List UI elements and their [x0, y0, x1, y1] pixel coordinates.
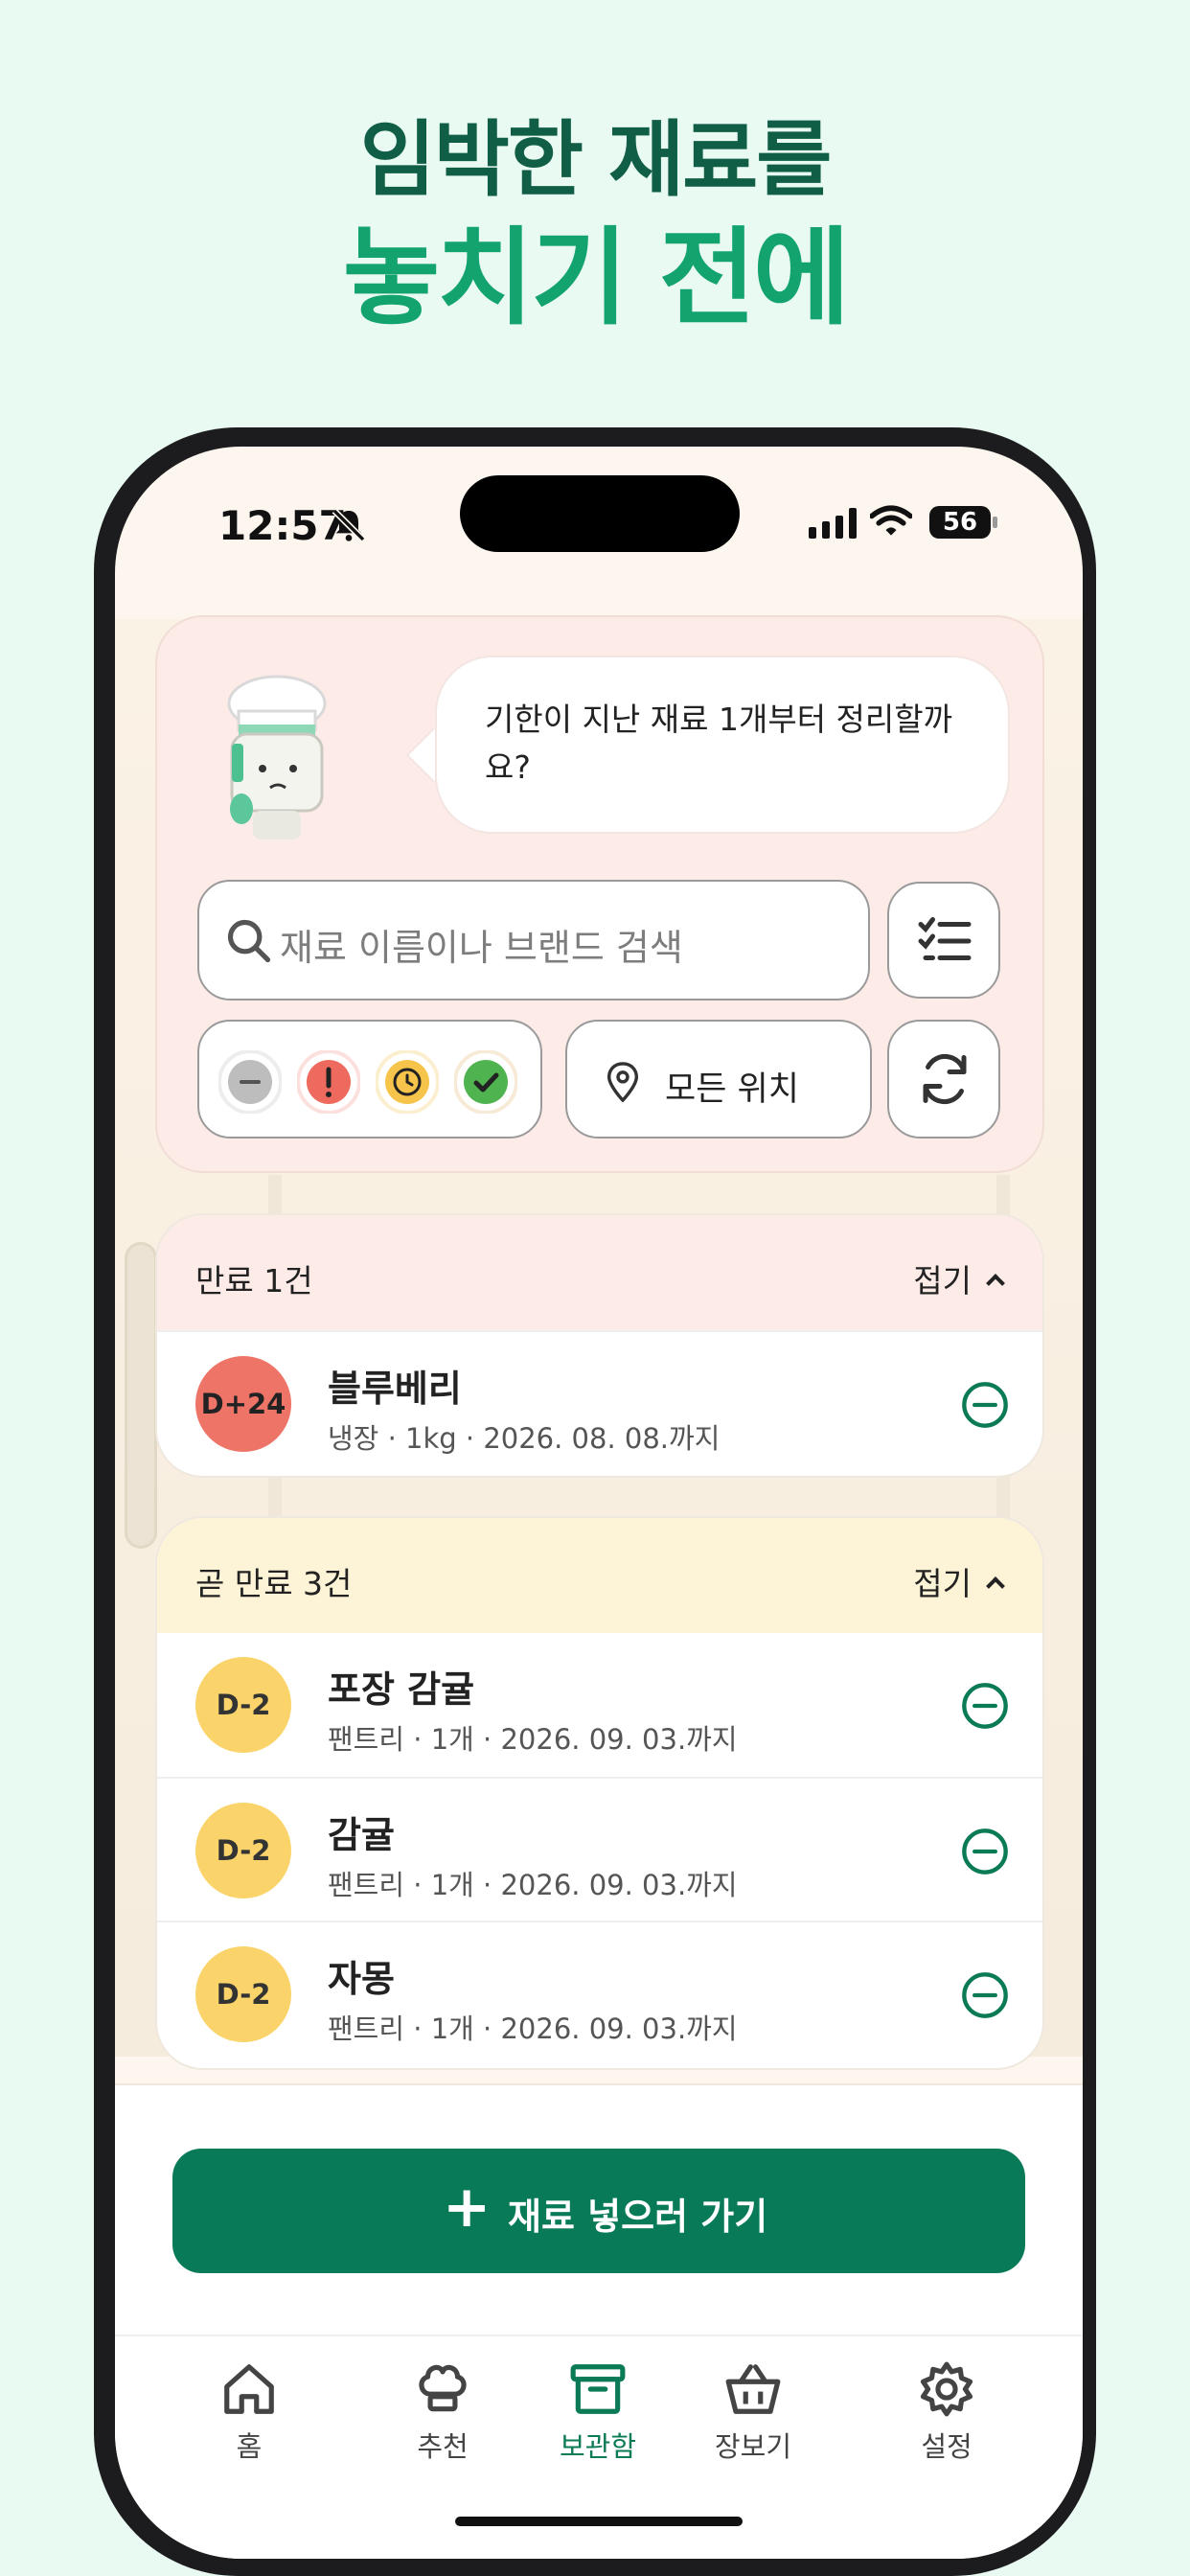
refresh-button[interactable] — [887, 1020, 1000, 1138]
location-pin-icon — [606, 1062, 639, 1102]
expired-section: 만료 1건 접기 D+24 블루베리 냉장 · 1kg · 2026. 08. … — [155, 1213, 1044, 1478]
refresh-icon — [923, 1053, 967, 1105]
battery-level: 56 — [942, 508, 978, 537]
basket-icon — [725, 2364, 781, 2414]
tab-label: 장보기 — [714, 2430, 792, 2463]
tab-settings[interactable]: 설정 — [870, 2359, 1023, 2465]
plus-icon: + — [443, 2174, 492, 2241]
minus-circle-icon[interactable] — [960, 1827, 1010, 1876]
section-header[interactable]: 만료 1건 접기 — [157, 1215, 1042, 1330]
dynamic-island — [460, 475, 740, 552]
chef-mascot-icon — [227, 675, 327, 840]
gear-icon — [920, 2361, 973, 2417]
bottom-panel: + 재료 넣으러 가기 홈 추천 보관함 장보기 설정 — [115, 2083, 1083, 2559]
tab-storage[interactable]: 보관함 — [521, 2359, 675, 2465]
search-input[interactable]: 재료 이름이나 브랜드 검색 — [197, 880, 870, 1000]
checklist-button[interactable] — [887, 882, 1000, 999]
search-placeholder: 재료 이름이나 브랜드 검색 — [280, 927, 683, 969]
tab-home[interactable]: 홈 — [172, 2359, 326, 2465]
filter-expired-chip[interactable] — [297, 1050, 360, 1114]
assistant-message: 기한이 지난 재료 1개부터 정리할까요? — [435, 656, 1010, 834]
assistant-card: 기한이 지난 재료 1개부터 정리할까요? 재료 이름이나 브랜드 검색 모든 … — [155, 615, 1044, 1173]
item-name: 포장 감귤 — [328, 1668, 475, 1711]
bell-off-icon — [332, 508, 366, 542]
add-ingredient-label: 재료 넣으러 가기 — [508, 2196, 768, 2238]
fold-label: 접기 — [913, 1262, 972, 1300]
item-name: 블루베리 — [328, 1368, 462, 1410]
dday-badge: D-2 — [195, 1946, 291, 2042]
dday-badge: D-2 — [195, 1803, 291, 1898]
chef-hat-icon — [419, 2364, 467, 2412]
item-meta: 냉장 · 1kg · 2026. 08. 08.까지 — [328, 1422, 721, 1455]
promo-headline-line2: 놓치기 전에 — [342, 217, 850, 339]
fridge-handle — [125, 1242, 157, 1549]
search-icon — [227, 919, 271, 963]
dday-badge: D+24 — [195, 1356, 291, 1452]
item-meta: 팬트리 · 1개 · 2026. 09. 03.까지 — [328, 2012, 738, 2045]
tab-label: 추천 — [417, 2430, 469, 2463]
clock-icon — [376, 1050, 439, 1114]
cellular-signal-icon — [809, 508, 857, 539]
tab-label: 홈 — [236, 2430, 263, 2463]
tab-label: 설정 — [921, 2430, 973, 2463]
item-name: 감귤 — [328, 1814, 395, 1856]
fold-label: 접기 — [913, 1565, 972, 1602]
chevron-up-icon — [986, 1576, 1005, 1596]
chevron-up-icon — [986, 1274, 1005, 1293]
section-title: 만료 1건 — [195, 1262, 313, 1300]
location-filter-button[interactable]: 모든 위치 — [565, 1020, 872, 1138]
filter-unset-chip[interactable] — [218, 1050, 282, 1114]
checklist-icon — [918, 917, 972, 960]
tab-recommend[interactable]: 추천 — [366, 2359, 519, 2465]
exclamation-icon — [297, 1050, 360, 1114]
item-meta: 팬트리 · 1개 · 2026. 09. 03.까지 — [328, 1723, 738, 1756]
check-icon — [454, 1050, 517, 1114]
minus-circle-icon — [218, 1050, 282, 1114]
dday-badge: D-2 — [195, 1657, 291, 1753]
list-item[interactable]: D-2 포장 감귤 팬트리 · 1개 · 2026. 09. 03.까지 — [157, 1633, 1042, 1777]
expiring-soon-section: 곧 만료 3건 접기 D-2 포장 감귤 팬트리 · 1개 · 2026. 09… — [155, 1516, 1044, 2070]
section-header[interactable]: 곧 만료 3건 접기 — [157, 1518, 1042, 1633]
list-item[interactable]: D+24 블루베리 냉장 · 1kg · 2026. 08. 08.까지 — [157, 1330, 1042, 1474]
filter-soon-chip[interactable] — [376, 1050, 439, 1114]
battery-indicator: 56 — [929, 506, 997, 539]
section-title: 곧 만료 3건 — [195, 1565, 353, 1602]
fold-toggle[interactable]: 접기 — [913, 1255, 1005, 1301]
archive-box-icon — [570, 2364, 626, 2414]
minus-circle-icon[interactable] — [960, 1970, 1010, 2020]
status-time: 12:57 — [218, 502, 347, 549]
filter-fresh-chip[interactable] — [454, 1050, 517, 1114]
tab-bar: 홈 추천 보관함 장보기 설정 — [115, 2334, 1083, 2478]
tab-shopping[interactable]: 장보기 — [676, 2359, 830, 2465]
fold-toggle[interactable]: 접기 — [913, 1558, 1005, 1604]
home-indicator — [455, 2517, 743, 2526]
add-ingredient-button[interactable]: + 재료 넣으러 가기 — [172, 2149, 1025, 2273]
list-item[interactable]: D-2 자몽 팬트리 · 1개 · 2026. 09. 03.까지 — [157, 1920, 1042, 2064]
tab-label: 보관함 — [559, 2430, 637, 2463]
list-item[interactable]: D-2 감귤 팬트리 · 1개 · 2026. 09. 03.까지 — [157, 1777, 1042, 1920]
home-icon — [224, 2364, 274, 2414]
app-screen: 12:57 56 기한이 지난 재료 1개부터 정리할까요? 재료 이름이나 브… — [115, 447, 1083, 2559]
item-meta: 팬트리 · 1개 · 2026. 09. 03.까지 — [328, 1869, 738, 1901]
minus-circle-icon[interactable] — [960, 1681, 1010, 1731]
status-filter-group — [197, 1020, 542, 1138]
item-name: 자몽 — [328, 1958, 395, 2000]
location-filter-label: 모든 위치 — [665, 1070, 799, 1109]
minus-circle-icon[interactable] — [960, 1380, 1010, 1430]
wifi-icon — [870, 505, 912, 536]
